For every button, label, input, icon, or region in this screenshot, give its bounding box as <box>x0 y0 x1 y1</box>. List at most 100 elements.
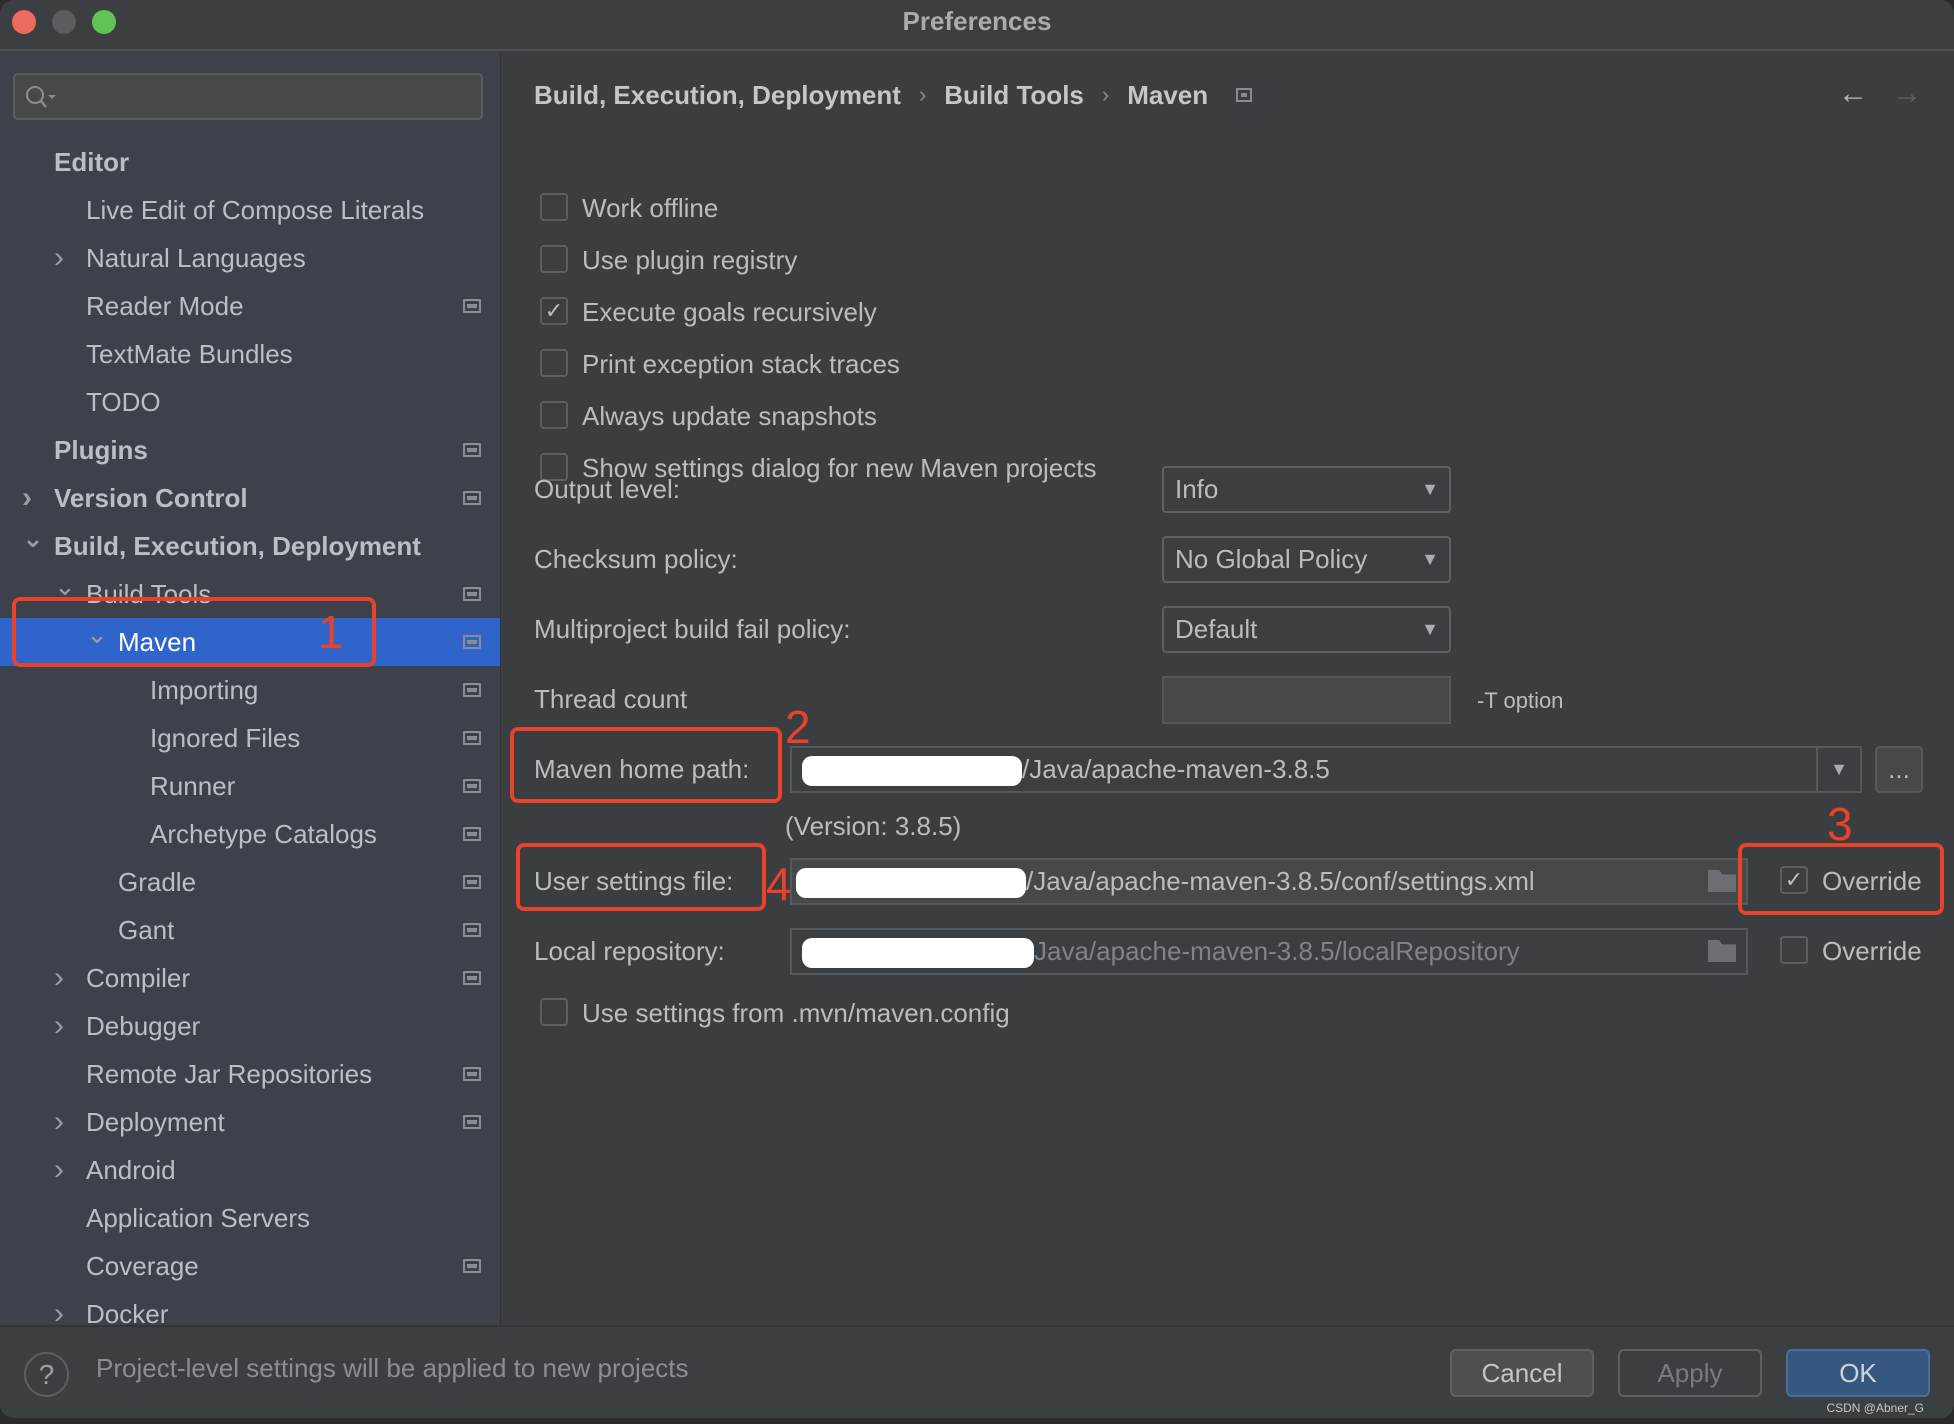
checkbox-box <box>540 349 568 377</box>
sidebar-item[interactable]: TextMate Bundles <box>0 330 500 378</box>
sidebar-item[interactable]: Coverage <box>0 1242 500 1290</box>
sidebar-item-label: Importing <box>150 675 259 705</box>
project-scope-icon <box>463 875 481 889</box>
chevron-right-icon[interactable]: › <box>54 954 64 1002</box>
sidebar-item[interactable]: Runner <box>0 762 500 810</box>
browse-maven-home-button[interactable]: ... <box>1875 746 1923 793</box>
sidebar-item[interactable]: Editor <box>0 138 500 186</box>
title-bar: Preferences <box>0 0 1954 51</box>
sidebar-item[interactable]: Gradle <box>0 858 500 906</box>
dropdown-arrow-icon: ▼ <box>1421 549 1439 569</box>
chevron-right-icon[interactable]: › <box>54 1002 64 1050</box>
folder-icon[interactable] <box>1708 940 1736 962</box>
sidebar-item[interactable]: Archetype Catalogs <box>0 810 500 858</box>
breadcrumb-item[interactable]: Build Tools <box>944 80 1084 111</box>
dropdown-arrow-icon: ▼ <box>1421 619 1439 639</box>
sidebar-item-label: Application Servers <box>86 1203 310 1233</box>
breadcrumb-item[interactable]: Build, Execution, Deployment <box>534 80 901 111</box>
sidebar-item[interactable]: Remote Jar Repositories <box>0 1050 500 1098</box>
checksum-policy-value: No Global Policy <box>1175 544 1368 574</box>
checkbox-box <box>540 193 568 221</box>
output-level-label: Output level: <box>534 474 680 504</box>
project-scope-icon <box>463 731 481 745</box>
maven-home-value: /Java/apache-maven-3.8.5 <box>1022 754 1330 784</box>
sidebar-item[interactable]: Importing <box>0 666 500 714</box>
maven-settings-panel: Build, Execution, Deployment › Build Tools… <box>502 53 1954 1325</box>
annotation-number-3: 3 <box>1827 798 1853 850</box>
redacted-text <box>796 868 1026 899</box>
breadcrumb-item: Maven <box>1127 79 1209 110</box>
chevron-down-icon[interactable]: ⌄ <box>22 514 44 562</box>
sidebar-item[interactable]: › Android <box>0 1146 500 1194</box>
sidebar-item-label: Live Edit of Compose Literals <box>86 195 425 225</box>
thread-count-label: Thread count <box>534 684 688 714</box>
user-settings-input[interactable]: /Java/apache-maven-3.8.5/conf/settings.x… <box>790 858 1748 905</box>
apply-button[interactable]: Apply <box>1618 1349 1762 1397</box>
sidebar-item[interactable]: Gant <box>0 906 500 954</box>
folder-icon[interactable] <box>1708 870 1736 892</box>
checkbox-label: Always update snapshots <box>582 401 877 431</box>
sidebar-item[interactable]: › Deployment <box>0 1098 500 1146</box>
checkbox-box <box>540 245 568 273</box>
maven-home-input[interactable]: /Java/apache-maven-3.8.5 ▼ <box>790 746 1862 793</box>
sidebar-item-label: Plugins <box>54 435 148 465</box>
output-level-select[interactable]: Info ▼ <box>1162 466 1451 513</box>
annotation-number-2: 2 <box>785 701 811 753</box>
sidebar-item-label: Ignored Files <box>150 723 301 753</box>
sidebar-item[interactable]: TODO <box>0 378 500 426</box>
ok-button[interactable]: OK <box>1786 1349 1930 1397</box>
sidebar-item-label: Deployment <box>86 1107 225 1137</box>
redacted-text <box>802 938 1034 969</box>
sidebar-item[interactable]: › Debugger <box>0 1002 500 1050</box>
sidebar-item-label: Compiler <box>86 963 191 993</box>
chevron-right-icon[interactable]: › <box>54 234 64 282</box>
annotation-number-1: 1 <box>318 606 344 658</box>
settings-sidebar: Editor Live Edit of Compose Literals › Natu… <box>0 53 501 1330</box>
thread-count-hint: -T option <box>1477 688 1564 713</box>
project-scope-icon <box>1236 88 1253 103</box>
settings-tree: Editor Live Edit of Compose Literals › Natu… <box>0 138 500 1338</box>
annotation-box-4 <box>516 843 766 911</box>
sidebar-item-label: Gradle <box>118 867 197 897</box>
sidebar-item[interactable]: › Compiler <box>0 954 500 1002</box>
project-scope-icon <box>463 971 481 985</box>
project-scope-icon <box>463 683 481 697</box>
forward-button[interactable]: → <box>1892 77 1922 111</box>
help-button[interactable]: ? <box>24 1352 69 1397</box>
checkbox-label: Work offline <box>582 193 719 223</box>
local-repository-value: Java/apache-maven-3.8.5/localRepository <box>1034 936 1520 966</box>
project-scope-icon <box>463 299 481 313</box>
maven-home-dropdown-button[interactable]: ▼ <box>1816 748 1860 791</box>
sidebar-item[interactable]: Application Servers <box>0 1194 500 1242</box>
thread-count-input[interactable] <box>1162 676 1451 724</box>
sidebar-item[interactable]: Live Edit of Compose Literals <box>0 186 500 234</box>
multiproject-policy-select[interactable]: Default ▼ <box>1162 606 1451 653</box>
back-button[interactable]: ← <box>1838 77 1868 111</box>
annotation-box-2 <box>510 727 782 803</box>
sidebar-item[interactable]: Reader Mode <box>0 282 500 330</box>
sidebar-item[interactable]: Ignored Files <box>0 714 500 762</box>
sidebar-item[interactable]: Plugins <box>0 426 500 474</box>
dialog-footer: ? Project-level settings will be applied… <box>0 1325 1954 1418</box>
sidebar-item-label: Build, Execution, Deployment <box>54 531 421 561</box>
checkbox-label: Execute goals recursively <box>582 297 877 327</box>
sidebar-item-label: Android <box>86 1155 176 1185</box>
annotation-box-3 <box>1738 843 1944 915</box>
mvn-config-label: Use settings from .mvn/maven.config <box>582 998 1010 1028</box>
project-scope-icon <box>463 443 481 457</box>
checksum-policy-select[interactable]: No Global Policy ▼ <box>1162 536 1451 583</box>
sidebar-item[interactable]: › Version Control <box>0 474 500 522</box>
chevron-right-icon[interactable]: › <box>54 1098 64 1146</box>
sidebar-item-label: Remote Jar Repositories <box>86 1059 373 1089</box>
multiproject-policy-value: Default <box>1175 614 1258 644</box>
local-repository-input[interactable]: Java/apache-maven-3.8.5/localRepository <box>790 928 1748 975</box>
chevron-right-icon[interactable]: › <box>54 1146 64 1194</box>
sidebar-item[interactable]: › Natural Languages <box>0 234 500 282</box>
project-scope-icon <box>463 779 481 793</box>
sidebar-item-label: Editor <box>54 147 130 177</box>
project-scope-icon <box>463 827 481 841</box>
settings-search-input[interactable] <box>13 73 483 120</box>
sidebar-item-label: TextMate Bundles <box>86 339 293 369</box>
multiproject-policy-label: Multiproject build fail policy: <box>534 614 851 644</box>
cancel-button[interactable]: Cancel <box>1450 1349 1594 1397</box>
